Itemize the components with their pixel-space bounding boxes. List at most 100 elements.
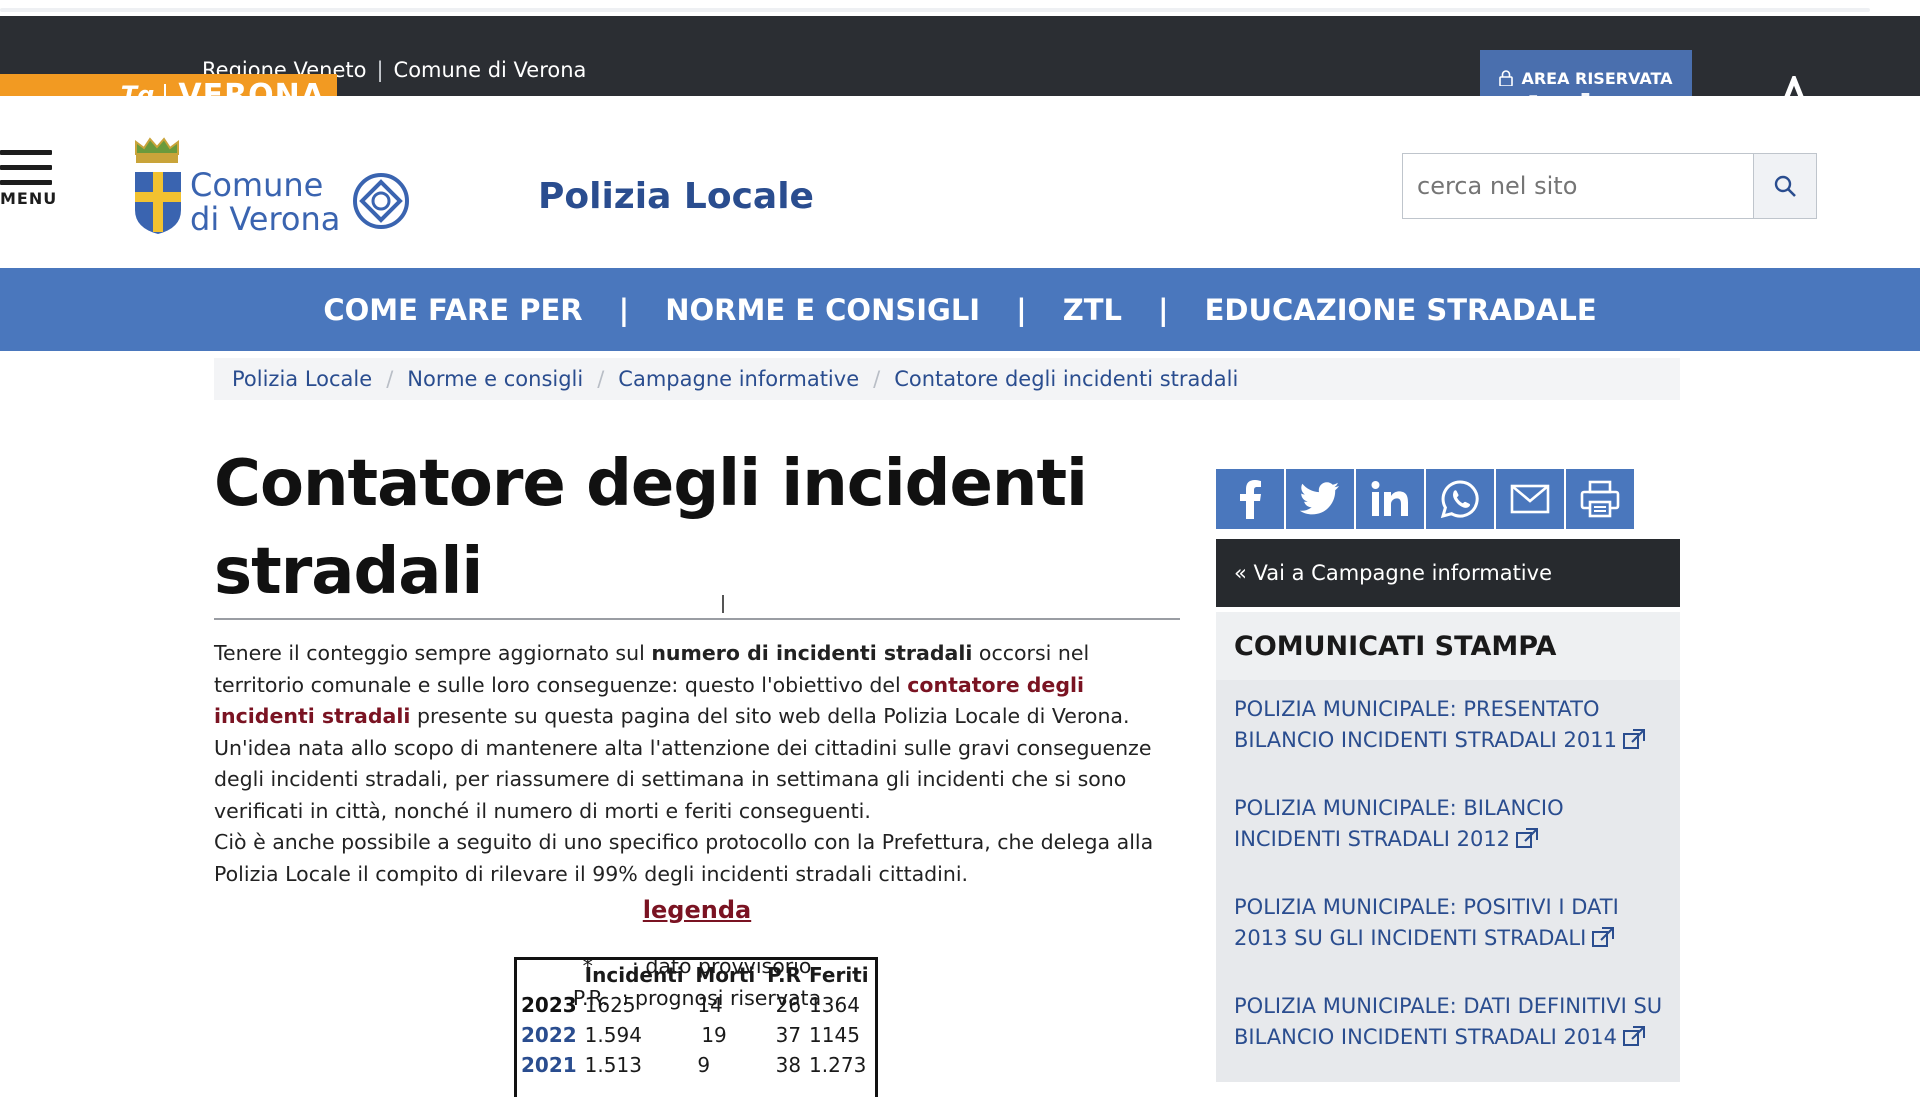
- link-separator: |: [376, 58, 384, 82]
- table-header-row: Incidenti Morti P.R Feriti: [517, 960, 875, 990]
- print-icon: [1580, 480, 1620, 518]
- menu-label: MENU: [0, 189, 58, 208]
- intro-text-part: presente su questa pagina del sito web d…: [410, 704, 1130, 728]
- comunicati-title: COMUNICATI STAMPA: [1216, 612, 1680, 680]
- table-row: 2021 1.513 9 38 1.273: [517, 1050, 875, 1080]
- year-link[interactable]: 2022: [517, 1020, 581, 1050]
- nav-educazione-stradale[interactable]: EDUCAZIONE STRADALE: [1169, 293, 1633, 327]
- breadcrumb-polizia-locale[interactable]: Polizia Locale: [232, 367, 372, 391]
- news-item-label: POLIZIA MUNICIPALE: DATI DEFINITIVI SU B…: [1234, 994, 1663, 1049]
- table-header: P.R: [767, 963, 802, 987]
- news-item-label: POLIZIA MUNICIPALE: PRESENTATO BILANCIO …: [1234, 697, 1617, 752]
- news-item[interactable]: POLIZIA MUNICIPALE: DATI DEFINITIVI SU B…: [1234, 991, 1672, 1053]
- site-title[interactable]: Polizia Locale: [538, 176, 814, 217]
- breadcrumb-current[interactable]: Contatore degli incidenti stradali: [894, 367, 1238, 391]
- nav-separator: |: [618, 292, 630, 327]
- crown-icon: [135, 137, 179, 163]
- search-input[interactable]: [1403, 154, 1753, 218]
- nav-come-fare-per[interactable]: COME FARE PER: [287, 293, 618, 327]
- page-title: Contatore degli incidenti stradali: [214, 447, 1088, 609]
- feriti-cell: 1145: [809, 1023, 860, 1047]
- mail-icon: [1510, 484, 1550, 514]
- year-cell: 2023: [521, 993, 577, 1017]
- intro-text-bold: numero di incidenti stradali: [651, 641, 973, 665]
- news-item-label: POLIZIA MUNICIPALE: POSITIVI I DATI 2013…: [1234, 895, 1619, 950]
- pr-cell: 26: [775, 993, 802, 1017]
- external-link-icon: [1622, 1026, 1645, 1046]
- comunicati-stampa-panel: COMUNICATI STAMPA POLIZIA MUNICIPALE: PR…: [1216, 612, 1680, 1082]
- external-link-icon: [1622, 729, 1645, 749]
- twitter-icon: [1300, 482, 1339, 515]
- share-facebook-button[interactable]: [1216, 469, 1284, 529]
- nav-ztl[interactable]: ZTL: [1027, 293, 1158, 327]
- top-strip: [0, 0, 1920, 16]
- morti-cell: 14: [697, 993, 723, 1017]
- nav-separator: |: [1016, 292, 1027, 327]
- morti-cell: 19: [701, 1023, 727, 1047]
- feriti-cell: 1364: [809, 993, 860, 1017]
- hamburger-icon: [0, 150, 54, 185]
- breadcrumb-separator: /: [873, 367, 881, 391]
- pr-cell: 38: [775, 1053, 802, 1077]
- logo-line2: di Verona: [190, 200, 341, 238]
- intro-text-part: Tenere il conteggio sempre aggiornato su…: [214, 641, 652, 665]
- search-box: [1402, 153, 1817, 219]
- year-link[interactable]: 2021: [517, 1050, 581, 1080]
- whatsapp-icon: [1440, 480, 1479, 519]
- main-nav: COME FARE PER | NORME E CONSIGLI | ZTL |…: [0, 268, 1920, 351]
- incidenti-cell: 1625: [584, 993, 636, 1017]
- morti-cell: 9: [697, 1053, 711, 1077]
- external-link-icon: [1516, 828, 1539, 848]
- paragraph-2: Un'idea nata allo scopo di mantenere alt…: [214, 735, 1152, 823]
- menu-button[interactable]: MENU: [0, 150, 58, 208]
- share-whatsapp-button[interactable]: [1426, 469, 1494, 529]
- search-button[interactable]: [1753, 154, 1816, 218]
- breadcrumb: Polizia Locale / Norme e consigli / Campag…: [214, 358, 1680, 400]
- table-header: Incidenti: [584, 963, 684, 987]
- share-buttons: [1216, 469, 1634, 529]
- table-header: Feriti: [809, 963, 869, 987]
- legenda-link[interactable]: legenda: [214, 896, 1180, 924]
- logo-line1: Comune: [190, 166, 324, 204]
- news-item[interactable]: POLIZIA MUNICIPALE: PRESENTATO BILANCIO …: [1234, 694, 1672, 756]
- incidenti-cell: 1.594: [584, 1023, 642, 1047]
- breadcrumb-campagne-informative[interactable]: Campagne informative: [618, 367, 859, 391]
- title-divider: [214, 618, 1180, 620]
- table-header: [517, 960, 581, 990]
- pr-cell: 37: [775, 1023, 802, 1047]
- paragraph-3: Ciò è anche possibile a seguito di uno s…: [214, 830, 1154, 886]
- shield-icon: [135, 172, 181, 234]
- scroll-indicator: [0, 8, 1870, 12]
- text-cursor: [722, 595, 724, 613]
- unesco-icon: [353, 173, 409, 229]
- news-item-label: POLIZIA MUNICIPALE: BILANCIO INCIDENTI S…: [1234, 796, 1564, 851]
- incidenti-cell: 1.513: [584, 1053, 642, 1077]
- table-row: 2022 1.594 19 37 1145: [517, 1020, 875, 1050]
- intro-text: Tenere il conteggio sempre aggiornato su…: [214, 638, 1180, 890]
- area-riservata-label: AREA RISERVATA: [1521, 68, 1673, 88]
- search-icon: [1774, 175, 1796, 197]
- share-linkedin-button[interactable]: [1356, 469, 1424, 529]
- linkedin-icon: [1371, 481, 1408, 516]
- table-header: Morti: [695, 963, 756, 987]
- back-to-campagne-link[interactable]: « Vai a Campagne informative: [1216, 539, 1680, 607]
- main-content: Contatore degli incidenti stradali Tener…: [214, 440, 1180, 1014]
- incident-stats-table: Incidenti Morti P.R Feriti 2023 1625 14 …: [514, 957, 878, 1097]
- facebook-icon: [1240, 480, 1261, 519]
- print-button[interactable]: [1566, 469, 1634, 529]
- comune-verona-link[interactable]: Comune di Verona: [394, 58, 587, 82]
- share-email-button[interactable]: [1496, 469, 1564, 529]
- news-item[interactable]: POLIZIA MUNICIPALE: BILANCIO INCIDENTI S…: [1234, 793, 1672, 855]
- breadcrumb-separator: /: [597, 367, 605, 391]
- lock-icon: [1499, 70, 1514, 86]
- nav-norme-e-consigli[interactable]: NORME E CONSIGLI: [629, 293, 1016, 327]
- table-row: 2023 1625 14 26 1364: [517, 990, 875, 1020]
- news-item[interactable]: POLIZIA MUNICIPALE: POSITIVI I DATI 2013…: [1234, 892, 1672, 954]
- breadcrumb-norme-e-consigli[interactable]: Norme e consigli: [407, 367, 583, 391]
- external-link-icon: [1592, 927, 1615, 947]
- nav-separator: |: [1157, 292, 1169, 327]
- feriti-cell: 1.273: [809, 1053, 867, 1077]
- share-twitter-button[interactable]: [1286, 469, 1354, 529]
- breadcrumb-separator: /: [386, 367, 394, 391]
- news-list: POLIZIA MUNICIPALE: PRESENTATO BILANCIO …: [1216, 680, 1680, 1053]
